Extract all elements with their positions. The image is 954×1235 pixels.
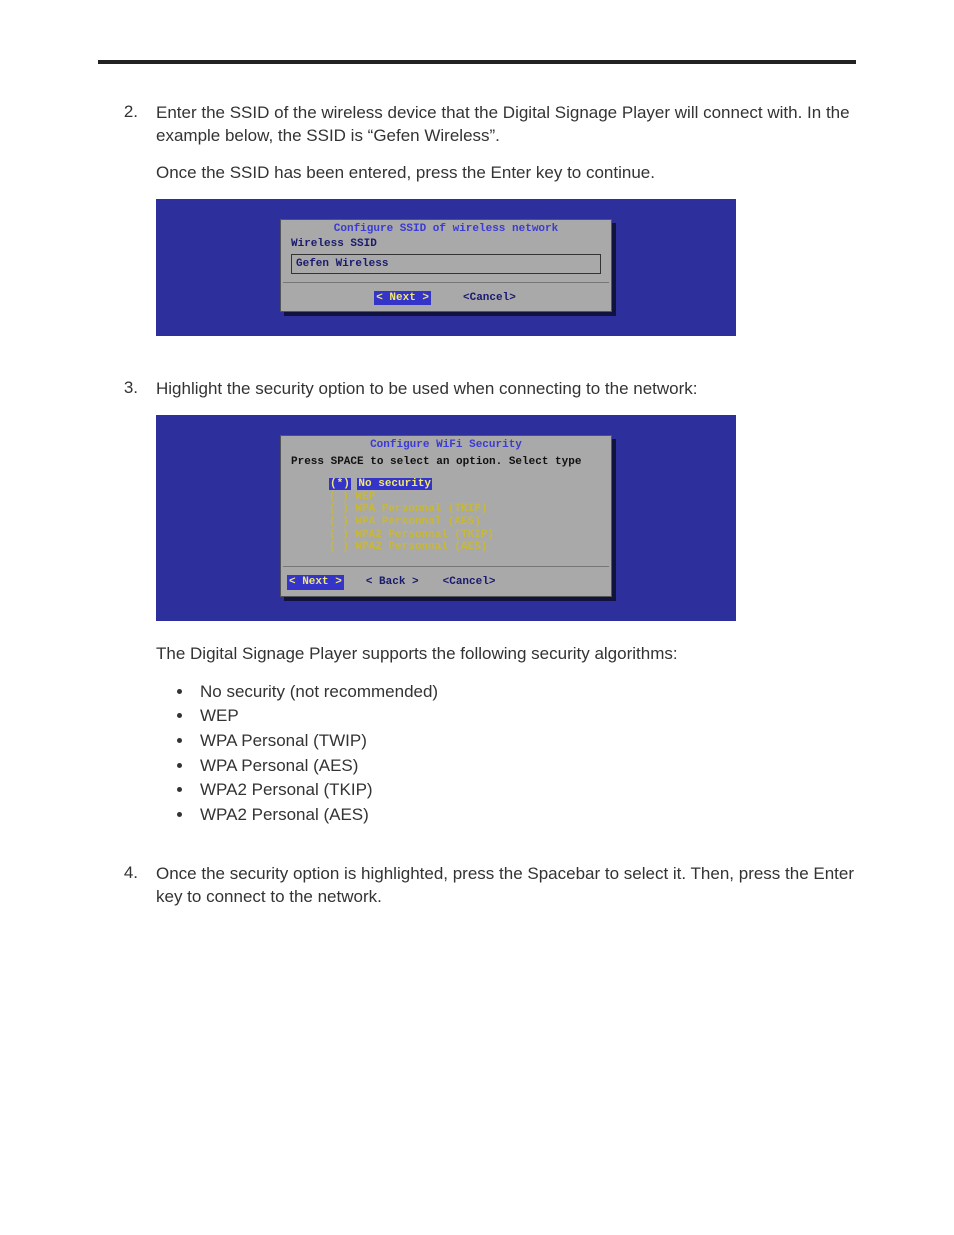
security-option[interactable]: ( ) WPA Personnal (TKIP) [329, 503, 601, 516]
button-row: < Next > < Back > <Cancel> [281, 571, 611, 596]
next-button[interactable]: < Next > [374, 291, 431, 306]
step-3: 3. Highlight the security option to be u… [98, 378, 856, 837]
step-body: Highlight the security option to be used… [156, 378, 856, 837]
divider [283, 282, 609, 283]
security-algorithm-list: No security (not recommended)WEPWPA Pers… [194, 680, 856, 828]
list-item: WPA Personal (AES) [194, 754, 856, 779]
security-option[interactable]: ( ) WPA Personnal (AES) [329, 516, 601, 529]
button-row: < Next > <Cancel> [281, 287, 611, 312]
dialog-security: Configure WiFi Security Press SPACE to s… [280, 435, 612, 596]
back-button[interactable]: < Back > [364, 575, 421, 590]
security-option[interactable]: ( ) WPA2 Personnal (TKIP) [329, 529, 601, 542]
screenshot-security: Configure WiFi Security Press SPACE to s… [156, 415, 736, 620]
security-option[interactable]: (*) No security [329, 478, 601, 491]
dialog-ssid-label: Wireless SSID [281, 237, 611, 254]
supports-text: The Digital Signage Player supports the … [156, 643, 856, 666]
dialog-security-instruction: Press SPACE to select an option. Select … [281, 453, 611, 476]
dialog-security-title: Configure WiFi Security [281, 436, 611, 453]
step2-para2: Once the SSID has been entered, press th… [156, 162, 856, 185]
next-button[interactable]: < Next > [287, 575, 344, 590]
security-option[interactable]: ( ) WEP [329, 491, 601, 504]
step-body: Once the security option is highlighted,… [156, 863, 856, 923]
cancel-button[interactable]: <Cancel> [461, 291, 518, 306]
list-item: WPA2 Personal (AES) [194, 803, 856, 828]
step-body: Enter the SSID of the wireless device th… [156, 102, 856, 358]
top-rule [98, 60, 856, 64]
page: 2. Enter the SSID of the wireless device… [0, 0, 954, 1235]
security-option[interactable]: ( ) WPA2 Personnal (AES) [329, 541, 601, 554]
dialog-ssid: Configure SSID of wireless network Wirel… [280, 219, 612, 313]
step3-para1: Highlight the security option to be used… [156, 378, 856, 401]
step-4: 4. Once the security option is highlight… [98, 863, 856, 923]
step-number: 3. [98, 378, 156, 837]
cancel-button[interactable]: <Cancel> [441, 575, 498, 590]
step4-para1: Once the security option is highlighted,… [156, 863, 856, 909]
dialog-ssid-title: Configure SSID of wireless network [281, 220, 611, 237]
step-number: 2. [98, 102, 156, 358]
list-item: WEP [194, 704, 856, 729]
list-item: WPA2 Personal (TKIP) [194, 778, 856, 803]
ssid-input[interactable]: Gefen Wireless [291, 254, 601, 274]
step-number: 4. [98, 863, 156, 923]
security-options: (*) No security( ) WEP( ) WPA Personnal … [281, 476, 611, 562]
divider [283, 566, 609, 567]
step-2: 2. Enter the SSID of the wireless device… [98, 102, 856, 358]
screenshot-ssid: Configure SSID of wireless network Wirel… [156, 199, 736, 337]
list-item: WPA Personal (TWIP) [194, 729, 856, 754]
list-item: No security (not recommended) [194, 680, 856, 705]
step2-para1: Enter the SSID of the wireless device th… [156, 102, 856, 148]
